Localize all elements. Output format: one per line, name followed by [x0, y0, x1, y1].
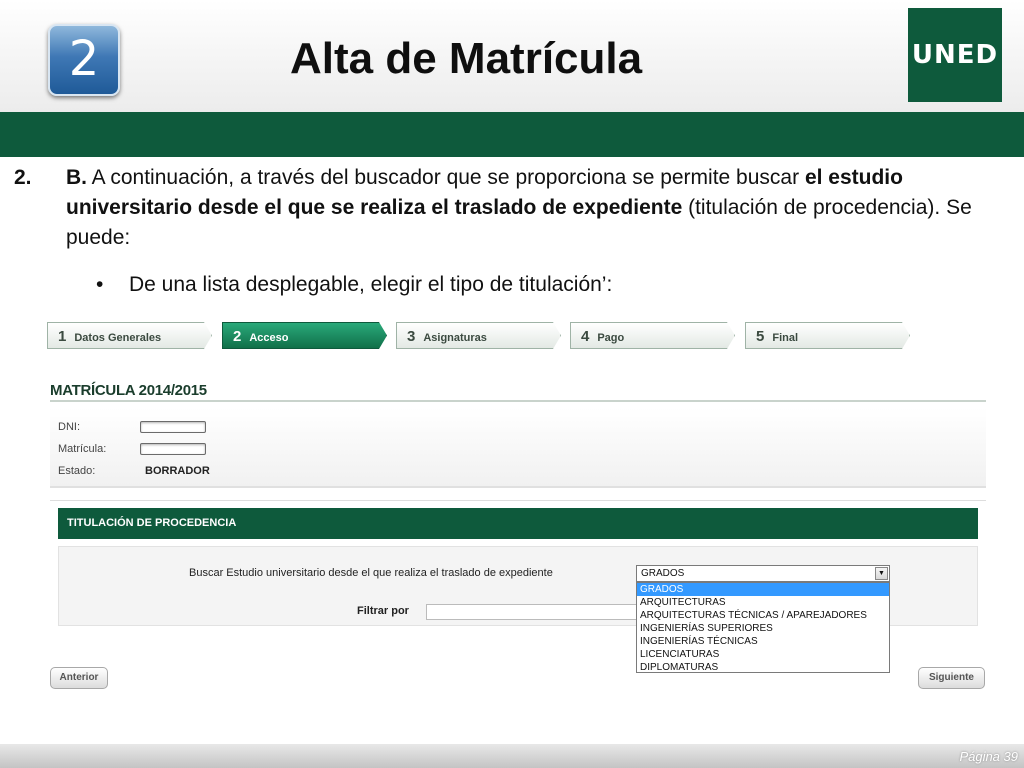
dropdown-option-arquitecturas[interactable]: ARQUITECTURAS	[637, 596, 889, 609]
step-label: Final	[772, 332, 799, 344]
dni-field[interactable]	[140, 421, 206, 433]
estado-label: Estado:	[58, 465, 96, 477]
instruction-paragraph: 2. B. A continuación, a través del busca…	[14, 163, 1014, 253]
dni-label: DNI:	[58, 421, 80, 433]
header-green-bar	[0, 112, 1024, 157]
step-number: 5	[756, 328, 765, 345]
dropdown-option-ingenierias-superiores[interactable]: INGENIERÍAS SUPERIORES	[637, 622, 889, 635]
wizard-step-acceso[interactable]: 2 Acceso	[222, 322, 387, 349]
wizard-steps: 1 Datos Generales 2 Acceso 3 Asignaturas 4P…	[47, 322, 917, 350]
filter-label: Filtrar por	[357, 605, 409, 617]
select-value: GRADOS	[641, 568, 685, 579]
page-number: Página 39	[959, 749, 1018, 764]
slide-header: 2 Alta de Matrícula UNED	[0, 0, 1024, 112]
step-label: Datos Generales	[74, 332, 162, 344]
step-label: Pago	[597, 332, 625, 344]
para-lead: B.	[66, 166, 87, 189]
step-number: 2	[233, 328, 242, 345]
panel-title: TITULACIÓN DE PROCEDENCIA	[58, 508, 978, 539]
wizard-step-pago[interactable]: 4 Pago	[570, 322, 735, 349]
paragraph-text: B. A continuación, a través del buscador…	[66, 163, 1014, 253]
bullet-item: • De una lista desplegable, elegir el tip…	[96, 270, 612, 300]
step-label: Acceso	[249, 332, 289, 344]
chevron-down-icon[interactable]: ▼	[875, 567, 888, 580]
bullet-text: De una lista desplegable, elegir el tipo…	[129, 273, 613, 296]
para-part1: A continuación, a través del buscador qu…	[87, 166, 805, 189]
item-number: 2.	[14, 166, 32, 189]
uned-logo: UNED	[908, 8, 1002, 102]
step-badge: 2	[48, 24, 120, 96]
titulacion-type-select[interactable]: GRADOS ▼	[636, 565, 890, 582]
slide-footer: Página 39	[0, 744, 1024, 768]
titulacion-type-dropdown: GRADOS ARQUITECTURAS ARQUITECTURAS TÉCNI…	[636, 582, 890, 673]
estado-value: BORRADOR	[145, 465, 210, 477]
dropdown-option-ingenierias-tecnicas[interactable]: INGENIERÍAS TÉCNICAS	[637, 635, 889, 648]
divider	[50, 400, 986, 402]
step-number: 1	[58, 328, 67, 345]
dropdown-option-licenciaturas[interactable]: LICENCIATURAS	[637, 648, 889, 661]
dropdown-option-arquitecturas-tecnicas[interactable]: ARQUITECTURAS TÉCNICAS / APAREJADORES	[637, 609, 889, 622]
wizard-step-final[interactable]: 5 Final	[745, 322, 910, 349]
matricula-label: Matrícula:	[58, 443, 107, 455]
matricula-info-box: DNI: Matrícula: Estado: BORRADOR	[50, 408, 986, 488]
dropdown-option-diplomaturas[interactable]: DIPLOMATURAS	[637, 661, 889, 674]
filter-input[interactable]	[426, 604, 638, 620]
dropdown-option-grados[interactable]: GRADOS	[637, 583, 889, 596]
matricula-field[interactable]	[140, 443, 206, 455]
wizard-step-datos-generales[interactable]: 1 Datos Generales	[47, 322, 212, 349]
step-number: 3	[407, 328, 416, 345]
matricula-title: MATRÍCULA 2014/2015	[50, 382, 207, 399]
anterior-button[interactable]: Anterior	[50, 667, 108, 689]
bullet-dot: •	[96, 273, 104, 296]
step-label: Asignaturas	[423, 332, 487, 344]
siguiente-button[interactable]: Siguiente	[918, 667, 985, 689]
slide-title: Alta de Matrícula	[290, 34, 643, 83]
step-number: 4	[581, 328, 590, 345]
search-label: Buscar Estudio universitario desde el qu…	[189, 567, 553, 579]
wizard-step-asignaturas[interactable]: 3 Asignaturas	[396, 322, 561, 349]
